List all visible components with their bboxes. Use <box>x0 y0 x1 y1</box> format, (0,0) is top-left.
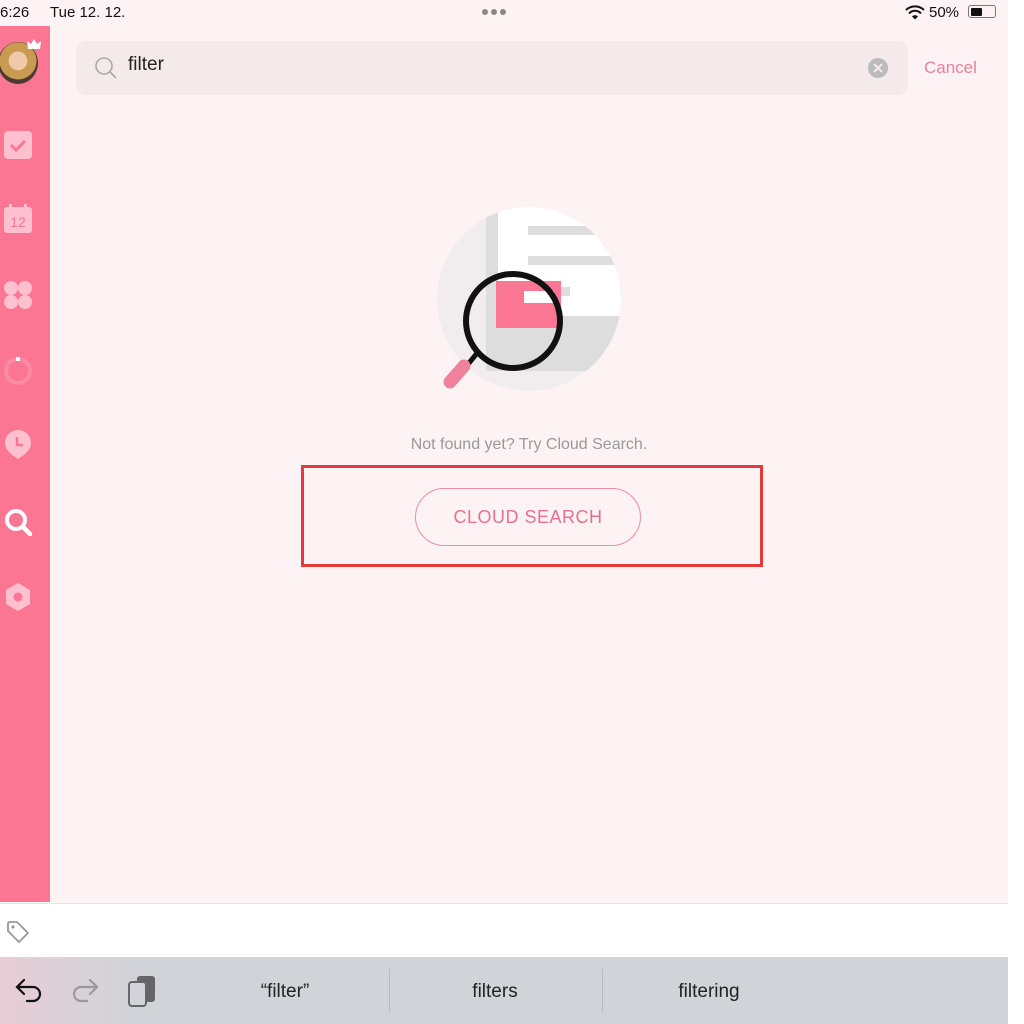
paste-icon[interactable] <box>127 974 159 1008</box>
ring-icon[interactable] <box>3 356 33 386</box>
calendar-icon[interactable]: 12 <box>3 204 33 234</box>
gear-icon[interactable] <box>3 582 33 612</box>
suggestion-item[interactable]: filtering <box>624 981 794 1003</box>
keyboard-shortcut-bar: “filter” filters filtering <box>0 957 1008 1024</box>
battery-percent: 50% <box>929 4 960 21</box>
calendar-day: 12 <box>10 214 26 230</box>
tag-bar <box>0 903 1008 958</box>
status-time: 6:26 <box>0 4 30 21</box>
search-bar <box>76 41 908 95</box>
multitask-dots[interactable] <box>482 9 506 15</box>
wifi-icon <box>905 5 925 20</box>
suggestion-item[interactable]: “filter” <box>200 981 370 1003</box>
search-input[interactable] <box>126 53 830 77</box>
edge-strip <box>1008 0 1024 1024</box>
status-date: Tue 12. 12. <box>50 4 126 21</box>
grid-icon[interactable] <box>3 280 33 310</box>
search-illustration <box>437 207 621 391</box>
battery-icon <box>968 5 996 18</box>
crown-icon <box>27 39 41 49</box>
cloud-search-button[interactable]: CLOUD SEARCH <box>415 488 641 546</box>
cancel-button[interactable]: Cancel <box>924 58 977 78</box>
redo-icon[interactable] <box>70 977 100 1005</box>
checkbox-icon[interactable] <box>3 130 33 160</box>
divider <box>389 969 390 1013</box>
empty-state-hint: Not found yet? Try Cloud Search. <box>410 436 648 453</box>
search-icon <box>95 57 117 79</box>
undo-icon[interactable] <box>14 977 44 1005</box>
search-icon[interactable] <box>3 507 33 537</box>
clear-icon[interactable] <box>868 58 888 78</box>
tag-icon[interactable] <box>6 920 30 944</box>
divider <box>602 969 603 1013</box>
suggestion-item[interactable]: filters <box>410 981 580 1003</box>
